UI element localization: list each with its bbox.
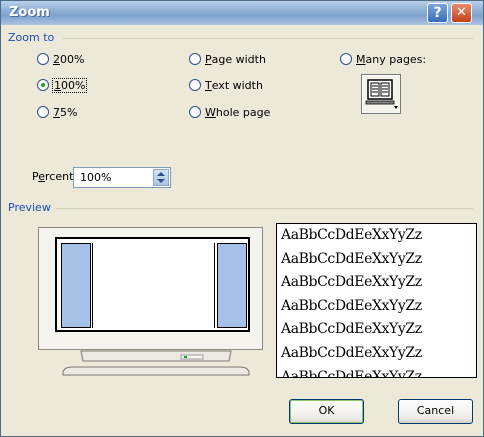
monitor-pages-icon	[365, 79, 398, 109]
preview-left-margin	[61, 243, 91, 328]
sample-line: AaBbCcDdEeXxYyZz	[281, 274, 422, 291]
sample-line: AaBbCcDdEeXxYyZz	[281, 297, 422, 314]
close-button[interactable]: ✕	[451, 3, 472, 23]
radio-75-indicator[interactable]	[37, 106, 49, 118]
sample-line: AaBbCcDdEeXxYyZz	[281, 321, 422, 338]
preview-screen	[55, 237, 250, 332]
radio-100-label: 00%	[61, 78, 86, 92]
font-sample-box: AaBbCcDdEeXxYyZz AaBbCcDdEeXxYyZz AaBbCc…	[276, 223, 477, 378]
percent-value: 100%	[80, 171, 112, 184]
radio-many-pages[interactable]: Many pages:	[340, 51, 426, 67]
zoom-to-group-label: Zoom to	[8, 31, 55, 44]
radio-whole-page-accel: W	[205, 105, 216, 119]
preview-group-label: Preview	[8, 201, 51, 214]
zoom-to-divider	[63, 38, 473, 39]
zoom-dialog: Zoom ? ✕ Zoom to 2 00% 100% 7 5% Page widt…	[0, 0, 484, 437]
radio-200-label: 00%	[60, 52, 85, 66]
preview-right-margin	[217, 243, 247, 328]
ok-button[interactable]: OK	[289, 399, 364, 424]
radio-text-width-accel: T	[205, 78, 212, 92]
many-pages-button[interactable]	[361, 74, 401, 114]
sample-line: AaBbCcDdEeXxYyZz	[281, 344, 422, 361]
percent-label: Percent:	[32, 170, 78, 183]
radio-page-width-indicator[interactable]	[189, 53, 201, 65]
radio-75-label: 5%	[60, 105, 78, 119]
sample-line: AaBbCcDdEeXxYyZz	[281, 250, 422, 267]
spinner-arrows-icon	[157, 172, 165, 183]
radio-75[interactable]: 7 5%	[37, 104, 77, 120]
radio-many-pages-label: any pages:	[365, 52, 427, 66]
radio-text-width-label: ext width	[211, 78, 263, 92]
radio-75-accel: 7	[53, 105, 60, 119]
radio-200-accel: 2	[53, 52, 60, 66]
radio-page-width-label: age width	[211, 52, 266, 66]
preview-divider	[56, 208, 473, 209]
preview-monitor	[38, 227, 263, 350]
help-button[interactable]: ?	[427, 3, 448, 23]
radio-100-accel: 1	[54, 78, 61, 92]
cancel-button[interactable]: Cancel	[398, 399, 473, 424]
radio-200-indicator[interactable]	[37, 53, 49, 65]
radio-many-pages-accel: M	[356, 52, 366, 66]
radio-page-width[interactable]: Page width	[189, 51, 266, 67]
radio-whole-page[interactable]: Whole page	[189, 104, 270, 120]
sample-line: AaBbCcDdEeXxYyZz	[281, 368, 422, 378]
radio-whole-page-indicator[interactable]	[189, 106, 201, 118]
radio-100[interactable]: 100%	[37, 77, 88, 93]
sample-line: AaBbCcDdEeXxYyZz	[281, 227, 422, 243]
radio-100-indicator[interactable]	[37, 79, 49, 91]
radio-text-width-indicator[interactable]	[189, 79, 201, 91]
percent-input[interactable]: 100%	[73, 167, 171, 188]
radio-200[interactable]: 2 00%	[37, 51, 84, 67]
title-bar[interactable]: Zoom ? ✕	[1, 1, 483, 25]
dialog-title: Zoom	[9, 5, 50, 20]
preview-monitor-stand	[62, 350, 250, 376]
radio-page-width-accel: P	[205, 52, 212, 66]
radio-whole-page-label: hole page	[215, 105, 271, 119]
percent-spinner[interactable]	[153, 169, 169, 186]
radio-many-pages-indicator[interactable]	[340, 53, 352, 65]
radio-text-width[interactable]: Text width	[189, 77, 263, 93]
preview-page	[92, 243, 215, 328]
